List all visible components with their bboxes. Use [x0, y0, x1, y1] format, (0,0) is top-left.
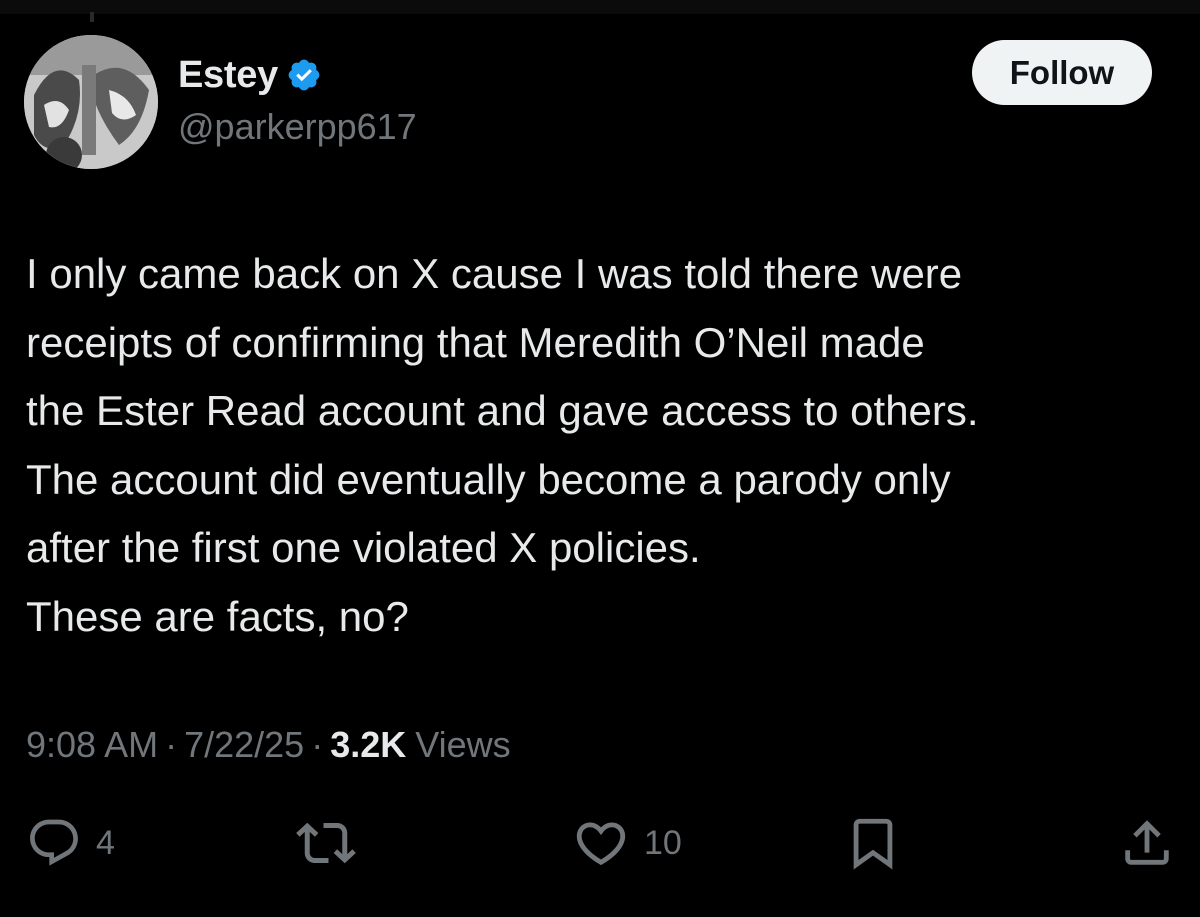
- author-handle[interactable]: @parkerpp617: [178, 106, 417, 148]
- tweet-text-line: The account did eventually become a paro…: [26, 455, 951, 503]
- tweet-text-line: after the first one violated X policies.: [26, 524, 701, 571]
- follow-button[interactable]: Follow: [972, 40, 1152, 105]
- meta-separator: ·: [311, 724, 324, 765]
- reply-icon: [26, 815, 82, 871]
- retweet-button[interactable]: [296, 808, 356, 878]
- like-count: 10: [644, 823, 682, 862]
- tweet-text-line: receipts of confirming that Meredith O’N…: [26, 318, 925, 366]
- bookmark-icon: [844, 814, 902, 872]
- tweet-text: I only came back on X cause I was told t…: [26, 240, 1176, 651]
- tweet-text-line: the Ester Read account and gave access t…: [26, 387, 979, 434]
- top-edge-tick: [90, 12, 94, 22]
- author-name-row: Estey: [178, 52, 322, 98]
- like-icon: [572, 814, 630, 872]
- action-bar: 4 10: [0, 808, 1200, 878]
- tweet-time[interactable]: 9:08 AM: [26, 724, 158, 766]
- meta-separator: ·: [165, 724, 178, 765]
- reply-button[interactable]: 4: [26, 808, 115, 878]
- share-button[interactable]: [1118, 808, 1176, 878]
- tweet-text-line: These are facts, no?: [26, 592, 409, 640]
- bookmark-button[interactable]: [844, 808, 902, 878]
- share-icon: [1118, 814, 1176, 872]
- retweet-icon: [296, 813, 356, 873]
- tweet-date[interactable]: 7/22/25: [184, 724, 304, 766]
- tweet-meta: 9:08 AM · 7/22/25 · 3.2K Views: [26, 720, 511, 770]
- top-edge-strip: [0, 0, 1200, 14]
- like-button[interactable]: 10: [572, 808, 682, 878]
- tweet-text-line: I only came back on X cause I was told t…: [26, 250, 963, 297]
- reply-count: 4: [96, 823, 115, 862]
- views-count[interactable]: 3.2K: [330, 724, 406, 766]
- verified-badge-icon: [286, 57, 322, 93]
- author-display-name[interactable]: Estey: [178, 54, 278, 97]
- avatar[interactable]: [24, 35, 158, 169]
- views-label[interactable]: Views: [415, 724, 510, 766]
